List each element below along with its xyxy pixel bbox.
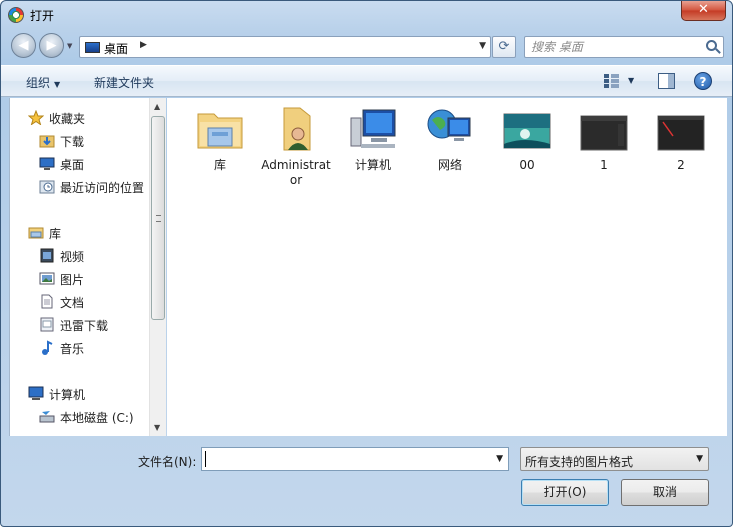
sidebar-item-label: 下载 [60,135,85,149]
new-folder-button[interactable]: 新建文件夹 [94,74,154,91]
local-disk-icon [39,409,55,424]
star-icon [27,109,45,126]
music-icon [39,340,55,355]
computer-icon [347,104,399,154]
image-thumbnail [655,104,707,154]
sidebar-item-label: 音乐 [60,342,85,356]
recent-places-icon [39,179,55,194]
window-title: 打开 [30,9,55,23]
sidebar-item-label: 本地磁盘 (C:) [60,411,134,425]
video-icon [39,248,55,263]
sidebar-item-label: 迅雷下载 [60,319,109,333]
filename-combobox[interactable]: ▼ [201,447,509,471]
sidebar-item-label: 文档 [60,296,85,310]
sidebar-item-label: 计算机 [49,388,86,402]
search-input[interactable] [531,39,696,55]
address-dropdown[interactable]: ▼ [479,41,486,51]
help-button[interactable]: ? [694,72,712,90]
file-name: 网络 [437,158,462,172]
app-icon [8,7,24,23]
filename-field[interactable] [205,451,490,467]
user-folder-icon [270,104,322,154]
image-thumbnail [501,104,553,154]
sidebar-item-label: 库 [49,227,62,241]
sidebar-item-label: 桌面 [60,158,85,172]
search-box[interactable] [524,36,724,58]
network-icon [424,104,476,154]
view-options-dropdown[interactable]: ▼ [628,76,634,85]
breadcrumb-desktop[interactable]: 桌面 [104,40,128,57]
caret-down-icon: ▼ [54,80,61,89]
forward-button[interactable]: ▶ [39,33,64,58]
file-item-network[interactable]: 网络 [415,104,485,173]
cancel-button[interactable]: 取消 [621,479,709,506]
refresh-button[interactable]: ⟳ [492,36,516,58]
sidebar-item-label: 视频 [60,250,85,264]
desktop-icon [85,42,100,53]
preview-pane-icon[interactable] [658,73,675,89]
file-item-administrator[interactable]: Administrator [261,104,331,188]
desktop-icon [39,156,55,171]
title-bar: 打开 ✕ [1,1,732,29]
scrollbar-thumb[interactable] [151,116,165,320]
file-name: 1 [600,158,608,172]
dialog-footer: 文件名(N): ▼ 所有支持的图片格式 ▼ 打开(O) 取消 [1,437,732,526]
open-button[interactable]: 打开(O) [521,479,609,506]
file-name: 00 [519,158,535,172]
sidebar-item-label: 图片 [60,273,85,287]
organize-label: 组织 [26,76,51,90]
close-button[interactable]: ✕ [681,1,726,21]
library-folder-icon [194,104,246,154]
change-view-icon[interactable] [604,74,620,88]
pictures-icon [39,271,55,286]
search-icon[interactable] [706,40,717,51]
file-list: 库 Administrator 计算机 网络 00 1 2 [167,98,727,436]
navigation-pane: 收藏夹 下载 桌面 最近访问的位置 库 视频 图片 文档 迅雷下载 音乐 计算机… [9,98,166,436]
chevron-down-icon[interactable]: ▼ [696,454,703,464]
computer-icon [28,386,44,401]
navigation-bar: ◀ ▶ ▼ 桌面 ▶ ▼ ⟳ [1,31,732,63]
thunder-download-icon [39,317,55,332]
image-thumbnail [578,104,630,154]
sidebar-item-label: 收藏夹 [49,112,86,126]
file-item-00[interactable]: 00 [492,104,562,173]
file-item-library[interactable]: 库 [185,104,255,173]
file-name: 2 [677,158,685,172]
address-bar[interactable]: 桌面 ▶ ▼ [79,36,491,58]
file-name: 库 [213,158,226,172]
documents-icon [39,294,55,309]
file-name: Administrator [261,158,331,187]
file-type-selected: 所有支持的图片格式 [525,455,634,469]
recent-pages-dropdown[interactable]: ▼ [67,42,72,50]
scroll-down-icon[interactable]: ▼ [154,423,160,432]
open-file-dialog: 打开 ✕ ◀ ▶ ▼ 桌面 ▶ ▼ ⟳ 组织▼ 新建文件夹 ▼ ? [0,0,733,527]
chevron-down-icon[interactable]: ▼ [496,454,503,464]
back-button[interactable]: ◀ [11,33,36,58]
organize-menu-button[interactable]: 组织 ▼ [26,74,60,91]
file-item-1[interactable]: 1 [569,104,639,173]
library-icon [28,225,44,240]
file-item-computer[interactable]: 计算机 [338,104,408,173]
navigation-pane-scrollbar[interactable]: ▲ ▼ [149,98,166,436]
command-toolbar: 组织 ▼ 新建文件夹 ▼ ? [1,65,732,97]
breadcrumb-chevron-icon[interactable]: ▶ [140,40,147,50]
file-type-select[interactable]: 所有支持的图片格式 ▼ [520,447,709,471]
file-item-2[interactable]: 2 [646,104,716,173]
file-name: 计算机 [354,158,391,172]
scroll-up-icon[interactable]: ▲ [154,102,160,111]
download-folder-icon [39,133,55,148]
sidebar-item-label: 最近访问的位置 [60,181,145,195]
filename-label: 文件名(N): [138,455,197,469]
